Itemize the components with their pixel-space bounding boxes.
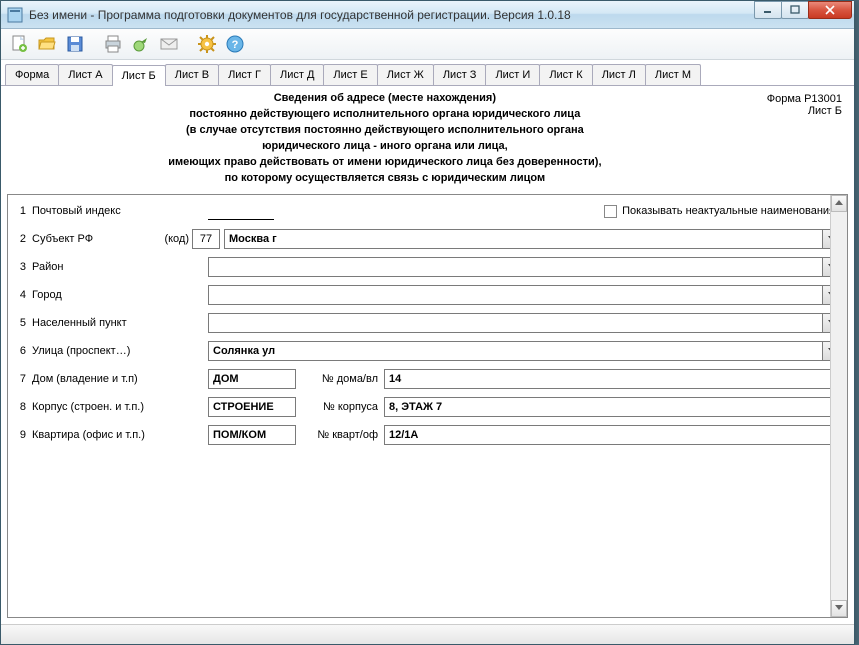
toolbar: ? bbox=[1, 29, 854, 60]
new-doc-icon[interactable] bbox=[7, 32, 31, 56]
tab-list-d[interactable]: Лист Д bbox=[270, 64, 324, 85]
settings-gear-icon[interactable] bbox=[195, 32, 219, 56]
postal-index-input[interactable] bbox=[208, 202, 274, 220]
heading-line: Сведения об адресе (месте нахождения) bbox=[13, 91, 757, 107]
tabs-bar: Форма Лист А Лист Б Лист В Лист Г Лист Д… bbox=[1, 60, 854, 86]
tab-list-e[interactable]: Лист Е bbox=[323, 64, 377, 85]
scroll-down-icon[interactable] bbox=[831, 600, 847, 617]
show-inactive-label: Показывать неактуальные наименования bbox=[622, 205, 835, 217]
row-label: Квартира (офис и т.п.) bbox=[32, 429, 192, 441]
content-area: Сведения об адресе (месте нахождения) по… bbox=[1, 86, 854, 624]
heading-line: юридического лица - иного органа или лиц… bbox=[13, 139, 757, 155]
page-heading: Сведения об адресе (месте нахождения) по… bbox=[13, 91, 757, 187]
print-icon[interactable] bbox=[101, 32, 125, 56]
row-label: Субъект РФ bbox=[32, 233, 160, 245]
row-number: 3 bbox=[14, 261, 32, 273]
code-label: (код) bbox=[160, 233, 192, 245]
street-dropdown[interactable]: Солянка ул bbox=[208, 341, 823, 361]
heading-line: постоянно действующего исполнительного о… bbox=[13, 107, 757, 123]
subject-dropdown[interactable]: Москва г bbox=[224, 229, 823, 249]
house-type-input[interactable]: ДОМ bbox=[208, 369, 296, 389]
apartment-number-input[interactable]: 12/1А bbox=[384, 425, 841, 445]
sub-label: № корпуса bbox=[300, 401, 384, 413]
settlement-dropdown[interactable] bbox=[208, 313, 823, 333]
tab-list-zh[interactable]: Лист Ж bbox=[377, 64, 434, 85]
show-inactive-checkbox[interactable] bbox=[604, 205, 617, 218]
district-dropdown[interactable] bbox=[208, 257, 823, 277]
svg-text:?: ? bbox=[232, 39, 239, 51]
row-label: Город bbox=[32, 289, 192, 301]
titlebar[interactable]: Без имени - Программа подготовки докумен… bbox=[1, 1, 854, 29]
city-dropdown[interactable] bbox=[208, 285, 823, 305]
row-label: Улица (проспект…) bbox=[32, 345, 192, 357]
mail-icon[interactable] bbox=[157, 32, 181, 56]
row-number: 6 bbox=[14, 345, 32, 357]
apartment-type-input[interactable]: ПОМ/КОМ bbox=[208, 425, 296, 445]
window-controls bbox=[755, 1, 852, 21]
row-number: 4 bbox=[14, 289, 32, 301]
tab-list-z[interactable]: Лист З bbox=[433, 64, 487, 85]
open-folder-icon[interactable] bbox=[35, 32, 59, 56]
row-number: 8 bbox=[14, 401, 32, 413]
export-icon[interactable] bbox=[129, 32, 153, 56]
application-window: Без имени - Программа подготовки докумен… bbox=[0, 0, 855, 645]
row-postal-index: 1 Почтовый индекс Показывать неактуальны… bbox=[14, 201, 841, 222]
tab-forma[interactable]: Форма bbox=[5, 64, 59, 85]
row-label: Почтовый индекс bbox=[32, 205, 192, 217]
row-label: Дом (владение и т.п) bbox=[32, 373, 192, 385]
app-icon bbox=[7, 7, 23, 23]
close-button[interactable] bbox=[808, 1, 852, 19]
tab-list-l[interactable]: Лист Л bbox=[592, 64, 646, 85]
heading-line: по которому осуществляется связь с юриди… bbox=[13, 171, 757, 187]
tab-list-b[interactable]: Лист Б bbox=[112, 65, 166, 86]
row-label: Корпус (строен. и т.п.) bbox=[32, 401, 192, 413]
row-settlement: 5 Населенный пункт bbox=[14, 313, 841, 334]
help-icon[interactable]: ? bbox=[223, 32, 247, 56]
form-scroll-area: 1 Почтовый индекс Показывать неактуальны… bbox=[7, 194, 848, 618]
minimize-button[interactable] bbox=[754, 1, 782, 19]
scroll-up-icon[interactable] bbox=[831, 195, 847, 212]
row-number: 5 bbox=[14, 317, 32, 329]
row-building: 8 Корпус (строен. и т.п.) СТРОЕНИЕ № кор… bbox=[14, 397, 841, 418]
form-sheet: Лист Б bbox=[767, 105, 842, 117]
row-number: 1 bbox=[14, 205, 32, 217]
building-number-input[interactable]: 8, ЭТАЖ 7 bbox=[384, 397, 841, 417]
row-number: 7 bbox=[14, 373, 32, 385]
building-type-input[interactable]: СТРОЕНИЕ bbox=[208, 397, 296, 417]
maximize-button[interactable] bbox=[781, 1, 809, 19]
tab-list-k[interactable]: Лист К bbox=[539, 64, 592, 85]
save-icon[interactable] bbox=[63, 32, 87, 56]
vertical-scrollbar[interactable] bbox=[830, 195, 847, 617]
heading-line: (в случае отсутствия постоянно действующ… bbox=[13, 123, 757, 139]
window-title: Без имени - Программа подготовки докумен… bbox=[29, 8, 755, 22]
tab-list-a[interactable]: Лист А bbox=[58, 64, 112, 85]
tab-list-v[interactable]: Лист В bbox=[165, 64, 219, 85]
sub-label: № кварт/оф bbox=[300, 429, 384, 441]
form-code: Форма Р13001 bbox=[767, 93, 842, 105]
subject-code-input[interactable]: 77 bbox=[192, 229, 220, 249]
row-apartment: 9 Квартира (офис и т.п.) ПОМ/КОМ № кварт… bbox=[14, 425, 841, 446]
row-label: Район bbox=[32, 261, 192, 273]
sub-label: № дома/вл bbox=[300, 373, 384, 385]
row-number: 2 bbox=[14, 233, 32, 245]
form-code-block: Форма Р13001 Лист Б bbox=[757, 91, 842, 187]
row-street: 6 Улица (проспект…) Солянка ул bbox=[14, 341, 841, 362]
row-district: 3 Район bbox=[14, 257, 841, 278]
tab-list-i[interactable]: Лист И bbox=[485, 64, 540, 85]
row-label: Населенный пункт bbox=[32, 317, 192, 329]
house-number-input[interactable]: 14 bbox=[384, 369, 841, 389]
heading-line: имеющих право действовать от имени юриди… bbox=[13, 155, 757, 171]
row-number: 9 bbox=[14, 429, 32, 441]
row-house: 7 Дом (владение и т.п) ДОМ № дома/вл 14 bbox=[14, 369, 841, 390]
tab-list-g[interactable]: Лист Г bbox=[218, 64, 271, 85]
row-city: 4 Город bbox=[14, 285, 841, 306]
tab-list-m[interactable]: Лист М bbox=[645, 64, 701, 85]
row-subject-rf: 2 Субъект РФ (код) 77 Москва г bbox=[14, 229, 841, 250]
statusbar bbox=[1, 624, 854, 644]
